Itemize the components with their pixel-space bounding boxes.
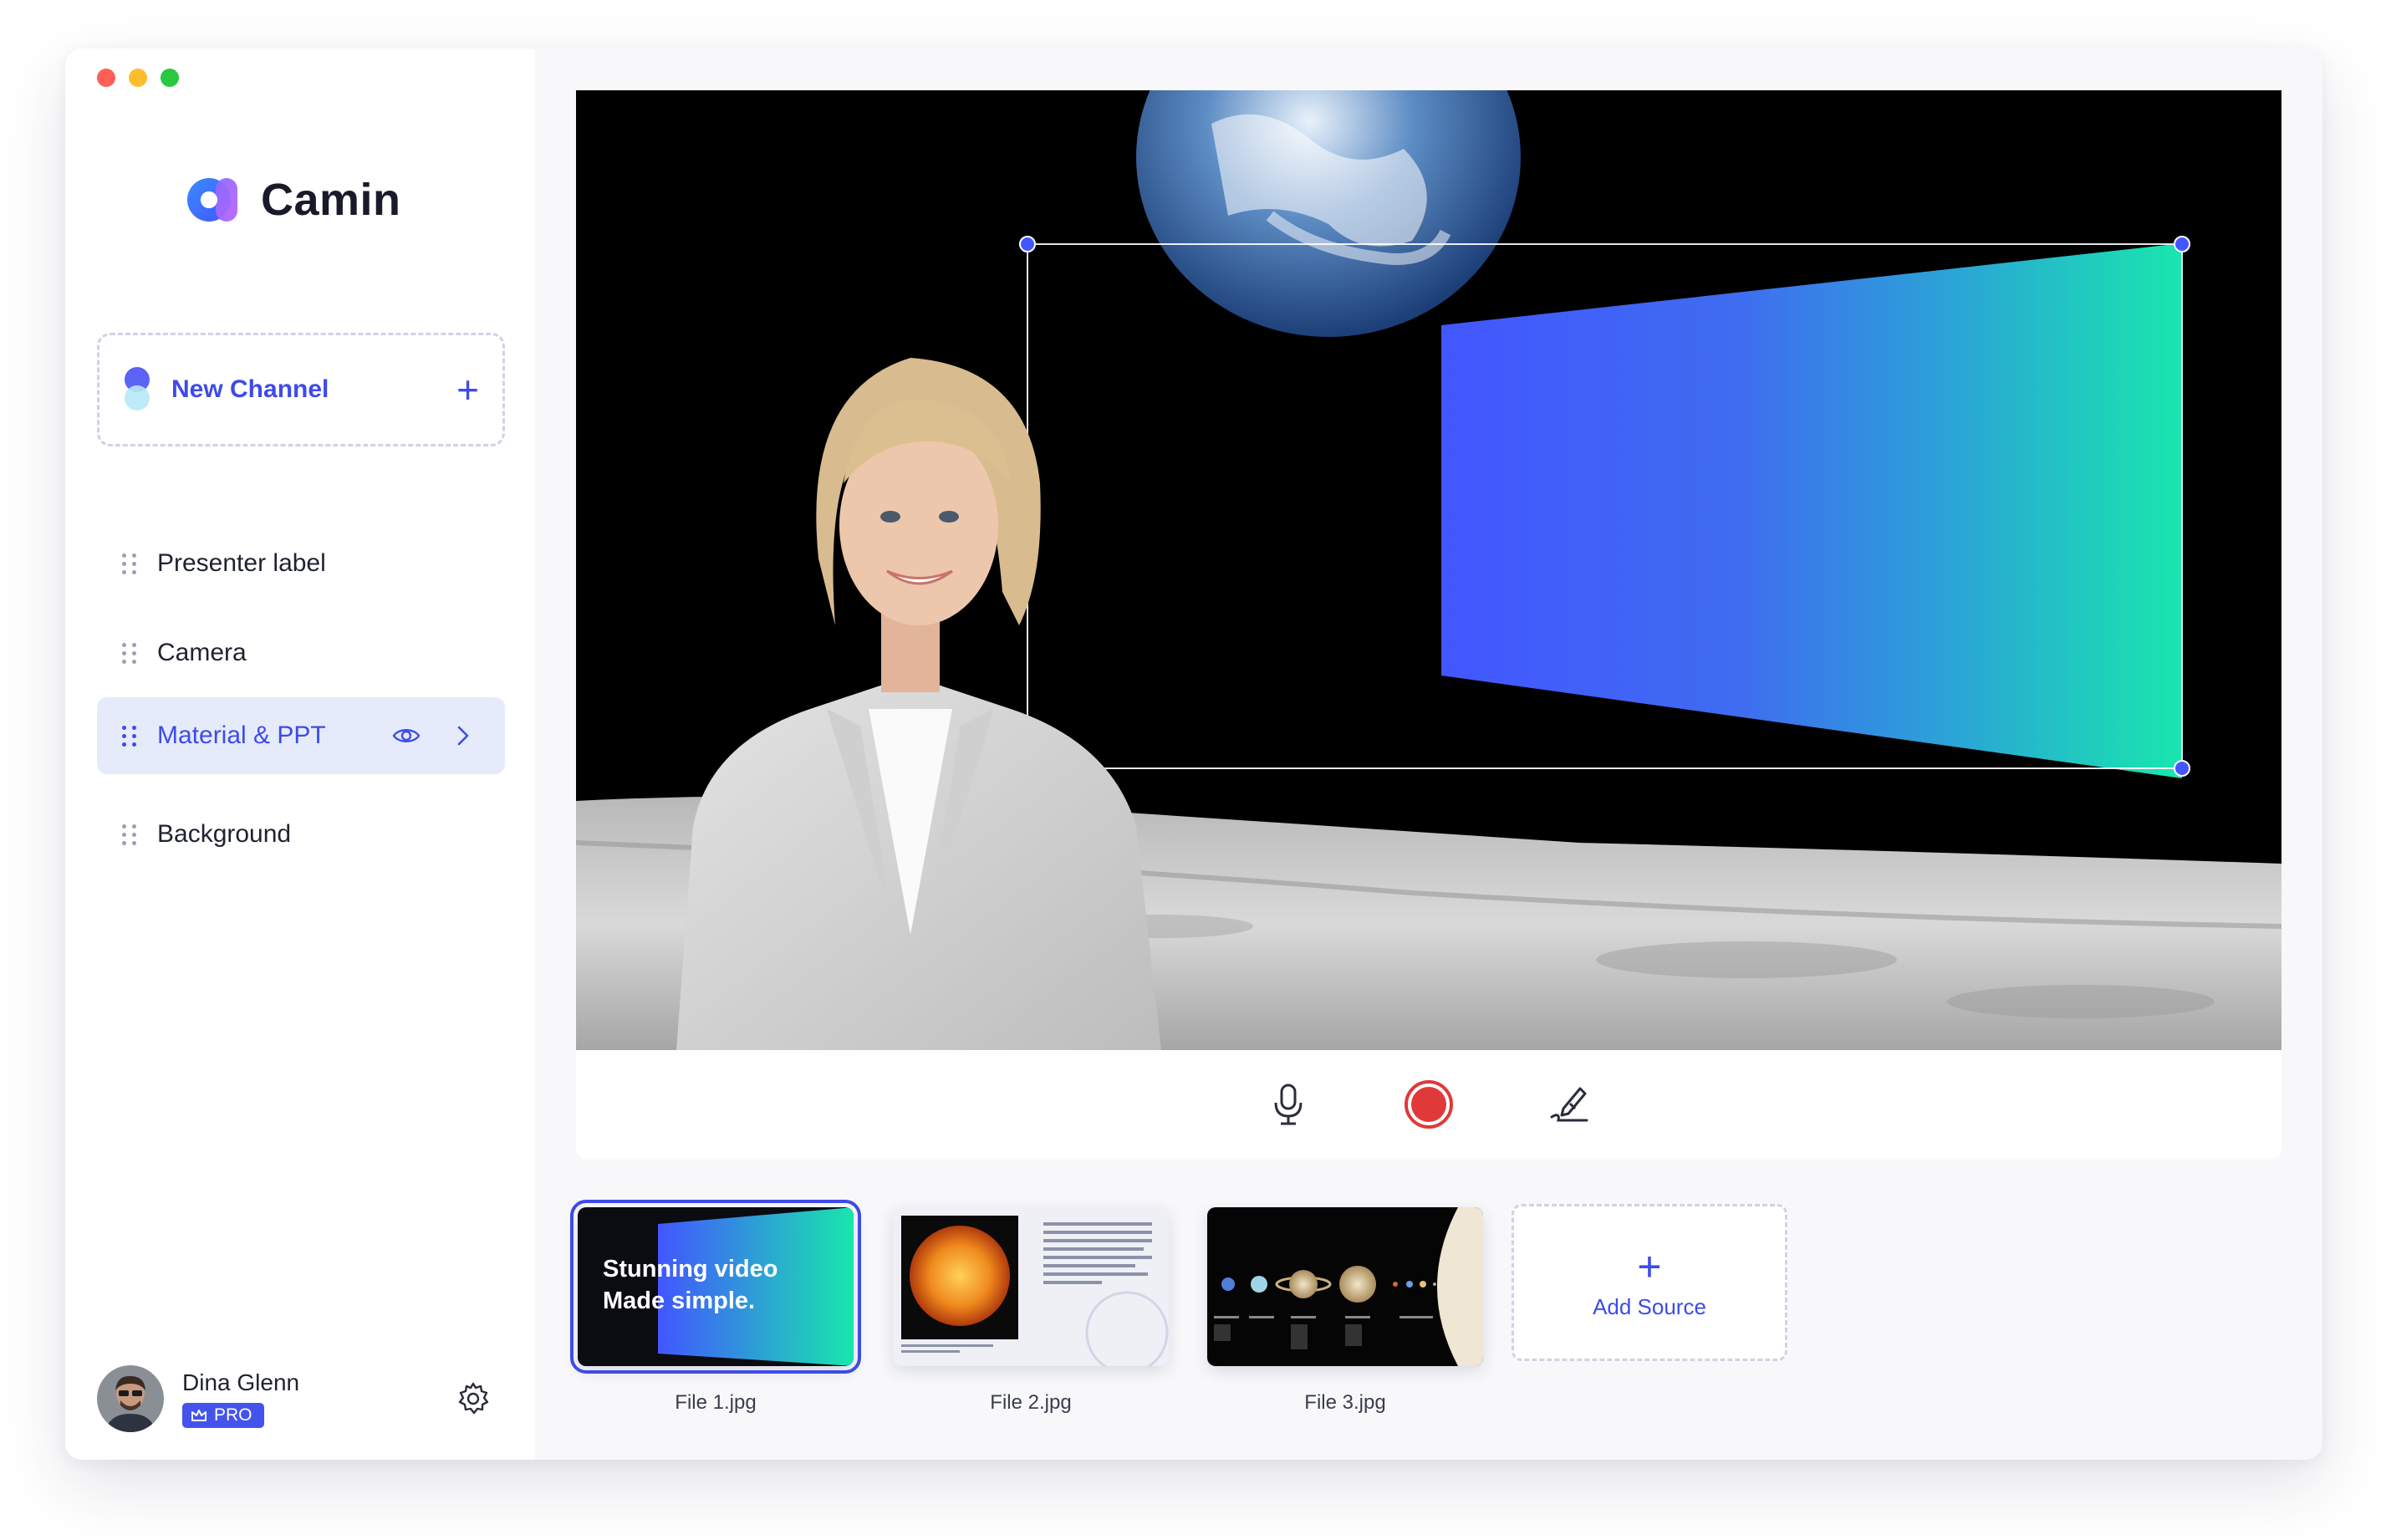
sidebar-item-label: Material & PPT [157, 722, 326, 749]
source-item[interactable]: File 3.jpg [1207, 1207, 1483, 1415]
crown-icon [191, 1410, 206, 1421]
sidebar-item-material-ppt[interactable]: Material & PPT [97, 697, 505, 774]
source-thumbnail[interactable] [1207, 1207, 1483, 1366]
sidebar: Camin New Channel + Presenter label Came… [65, 48, 535, 1460]
sidebar-item-camera[interactable]: Camera [97, 614, 505, 691]
avatar[interactable] [97, 1365, 164, 1432]
annotate-button[interactable] [1544, 1079, 1594, 1130]
sidebar-item-label: Background [157, 820, 292, 848]
app-logo: Camin [184, 174, 401, 226]
pro-badge: PRO [182, 1403, 264, 1428]
window-controls [97, 69, 179, 87]
camin-logo-icon [187, 178, 237, 222]
gear-icon[interactable] [455, 1380, 492, 1417]
channel-icon [123, 367, 151, 412]
plus-icon: + [456, 368, 479, 411]
drag-handle-icon[interactable] [122, 823, 139, 846]
source-item[interactable]: File 2.jpg [893, 1207, 1169, 1415]
add-source-label: Add Source [1593, 1293, 1706, 1319]
pen-icon [1550, 1087, 1588, 1122]
add-source-item[interactable]: + Add Source [1512, 1204, 1787, 1361]
new-channel-label: New Channel [171, 375, 329, 403]
presenter-figure [676, 358, 1161, 1050]
pro-badge-label: PRO [214, 1405, 252, 1425]
drag-handle-icon[interactable] [122, 641, 139, 665]
plus-icon: + [1637, 1242, 1662, 1290]
sidebar-item-label: Camera [157, 639, 247, 666]
maximize-window-button[interactable] [161, 69, 179, 87]
preview-canvas[interactable] [576, 90, 2281, 1050]
add-source-button[interactable]: + Add Source [1512, 1204, 1787, 1361]
user-profile: Dina Glenn PRO [97, 1361, 505, 1436]
microphone-icon [1274, 1084, 1303, 1125]
thumbnail-title-line2: Made simple. [603, 1288, 756, 1314]
app-window: Camin New Channel + Presenter label Came… [65, 48, 2322, 1460]
new-channel-button[interactable]: New Channel + [97, 333, 505, 446]
drag-handle-icon[interactable] [122, 724, 139, 747]
drag-handle-icon[interactable] [122, 552, 139, 575]
chevron-right-icon[interactable] [446, 719, 480, 752]
close-window-button[interactable] [97, 69, 115, 87]
thumbnail-title-line1: Stunning video [603, 1256, 778, 1282]
source-caption: File 3.jpg [1304, 1391, 1386, 1414]
source-thumbnail[interactable] [893, 1207, 1169, 1366]
source-item[interactable]: Stunning video Made simple. File 1.jpg [570, 1200, 861, 1415]
source-caption: File 1.jpg [675, 1391, 757, 1414]
source-thumbnail[interactable]: Stunning video Made simple. [570, 1200, 861, 1374]
source-caption: File 2.jpg [990, 1391, 1072, 1414]
microphone-button[interactable] [1263, 1079, 1313, 1130]
eye-icon[interactable] [390, 719, 423, 752]
record-icon [1405, 1080, 1453, 1129]
record-button[interactable] [1404, 1079, 1454, 1130]
sidebar-item-background[interactable]: Background [97, 796, 505, 873]
slide-graphic [1441, 243, 2182, 778]
app-name: Camin [261, 175, 401, 225]
sidebar-item-label: Presenter label [157, 549, 326, 577]
minimize-window-button[interactable] [129, 69, 147, 87]
user-name: Dina Glenn [182, 1369, 300, 1395]
sidebar-item-presenter-label[interactable]: Presenter label [97, 525, 505, 602]
recording-toolbar [576, 1050, 2281, 1159]
